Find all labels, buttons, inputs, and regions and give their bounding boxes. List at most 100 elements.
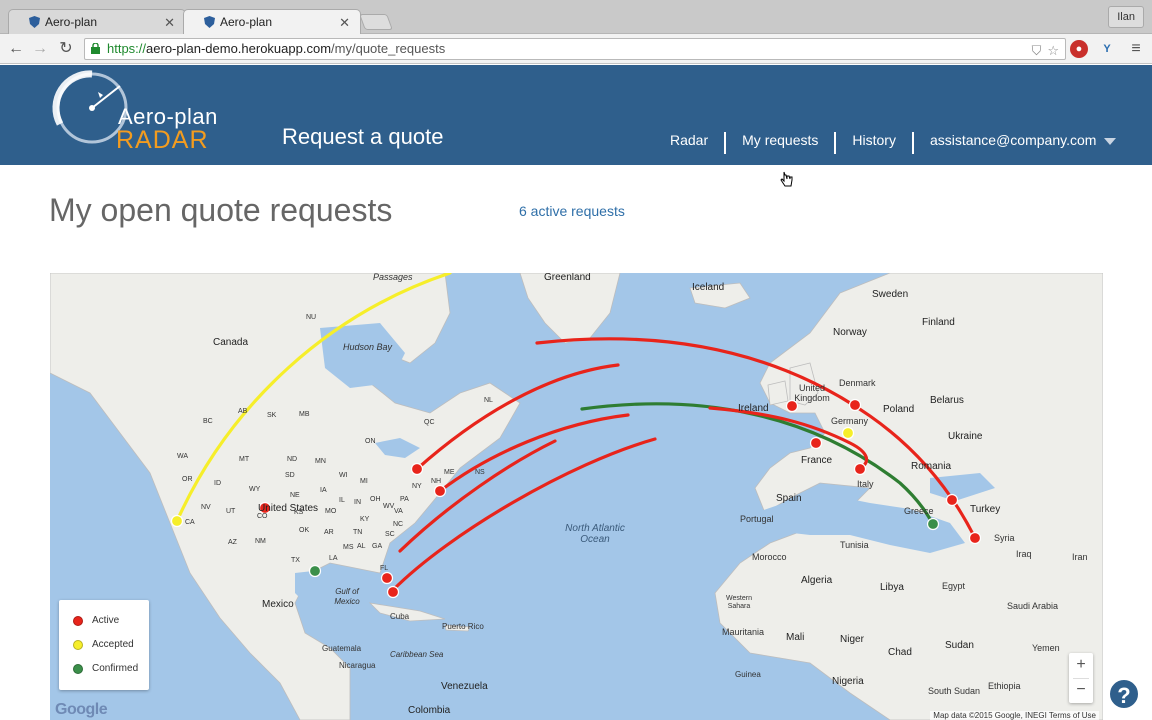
map-label: Mexico (262, 599, 294, 610)
new-tab-button[interactable] (359, 14, 393, 30)
marker-active (433, 484, 447, 498)
back-arrow-icon[interactable]: ← (6, 39, 26, 59)
map-label: Guinea (735, 670, 761, 679)
browser-tab-active[interactable]: Aero-plan ✕ (183, 9, 361, 34)
zoom-control: + − (1069, 653, 1093, 703)
map-attribution[interactable]: Map data ©2015 Google, INEGI Terms of Us… (930, 711, 1099, 720)
map-label: NH (431, 478, 442, 485)
map-label: AB (238, 408, 248, 415)
map-label: CA (185, 519, 195, 526)
url-host: aero-plan-demo.herokuapp.com (146, 41, 332, 56)
logo-text-radar: RADAR (116, 126, 209, 154)
lock-icon (91, 43, 100, 54)
legend-item-confirmed: Confirmed (73, 663, 138, 674)
nav-my-requests[interactable]: My requests (726, 131, 834, 155)
zoom-divider (1073, 678, 1089, 679)
map-label: TX (291, 557, 300, 564)
active-requests-link[interactable]: 6 active requests (519, 203, 625, 219)
star-icon[interactable]: ☆ (1047, 41, 1059, 61)
map-label: Cuba (390, 612, 410, 621)
shield-extension-icon[interactable]: ⛉ (1032, 41, 1042, 61)
marker-active (410, 462, 424, 476)
url-path: /my/quote_requests (331, 41, 446, 56)
profile-button[interactable]: Ilan (1108, 6, 1144, 28)
map-label: Canada (213, 337, 249, 348)
mouse-pointer-icon (780, 171, 793, 187)
zoom-out-button[interactable]: − (1069, 678, 1093, 703)
map-label: KY (360, 516, 370, 523)
map-label: CO (257, 513, 268, 520)
map-label: Finland (922, 317, 955, 328)
map-label: OR (182, 476, 193, 483)
address-bar[interactable]: https://aero-plan-demo.herokuapp.com/my/… (84, 38, 1066, 60)
nav-account-menu[interactable]: assistance@company.com (914, 131, 1132, 155)
map-label: AR (324, 529, 334, 536)
map-label: Venezuela (441, 681, 488, 692)
map-label: IN (354, 499, 361, 506)
account-email: assistance@company.com (929, 132, 1097, 148)
map-label: LA (329, 555, 338, 562)
map-label: OH (370, 496, 381, 503)
url-scheme: https:// (107, 41, 147, 56)
map-label: NL (484, 397, 493, 404)
map-label: SC (385, 531, 395, 538)
map-label: ME (444, 469, 455, 476)
map-label: UT (226, 508, 236, 515)
map-label: Puerto Rico (442, 622, 484, 631)
map-label: WY (249, 486, 261, 493)
map-label: QC (424, 419, 435, 426)
close-tab-icon[interactable]: ✕ (164, 15, 175, 31)
browser-tab[interactable]: Aero-plan ✕ (8, 9, 186, 34)
map-label: SD (285, 472, 295, 479)
stop-extension-icon[interactable]: ● (1070, 40, 1088, 58)
map-label: NM (255, 538, 266, 545)
vimeo-extension-icon[interactable]: Y (1098, 40, 1116, 58)
zoom-in-button[interactable]: + (1069, 653, 1093, 678)
map-label: Gulf of Mexico (334, 587, 360, 606)
map-label: AL (357, 543, 366, 550)
map-label: Iceland (692, 282, 725, 293)
map-label: Spain (776, 493, 802, 504)
map-label: Western Sahara (726, 595, 752, 610)
menu-icon[interactable]: ≡ (1126, 39, 1146, 59)
browser-tab-bar: Aero-plan ✕ Aero-plan ✕ Ilan (0, 0, 1152, 34)
marker-active (853, 462, 867, 476)
map-label: BC (203, 418, 213, 425)
map-label: MI (360, 478, 368, 485)
map-label: Belarus (930, 395, 964, 406)
map-label: Nicaragua (339, 661, 376, 670)
map-label: NU (306, 314, 317, 321)
map-label: Ukraine (948, 431, 983, 442)
map-label: ON (365, 438, 376, 445)
marker-accepted (841, 426, 855, 440)
map-label: Libya (880, 582, 904, 593)
routes-map[interactable]: Passages Greenland Iceland Sweden Finlan… (50, 273, 1103, 720)
map-label: NE (290, 492, 300, 499)
map-label: Ireland (738, 403, 769, 414)
aero-plan-logo[interactable]: Aero-plan RADAR (52, 68, 222, 156)
reload-icon[interactable]: ↻ (56, 39, 76, 59)
map-label: Italy (857, 479, 874, 489)
map-label: PA (400, 496, 409, 503)
map-label: Portugal (740, 514, 774, 524)
google-logo[interactable]: Google (55, 701, 108, 719)
map-label: Morocco (752, 552, 787, 562)
map-label: Colombia (408, 705, 451, 716)
map-label: Denmark (839, 378, 876, 388)
map-label: ID (214, 480, 221, 487)
map-label: Caribbean Sea (390, 650, 444, 659)
forward-arrow-icon[interactable]: → (30, 39, 50, 59)
browser-toolbar: ← → ↻ https://aero-plan-demo.herokuapp.c… (0, 34, 1152, 64)
close-tab-icon[interactable]: ✕ (339, 15, 350, 31)
map-label: OK (299, 527, 310, 534)
nav-history[interactable]: History (836, 131, 912, 155)
help-button[interactable]: ? (1108, 678, 1140, 710)
marker-confirmed (308, 564, 322, 578)
map-label: Poland (883, 404, 915, 415)
map-label: North Atlantic Ocean (565, 523, 625, 545)
marker-confirmed (926, 517, 940, 531)
nav-radar[interactable]: Radar (654, 131, 724, 155)
map-label: Iraq (1016, 549, 1032, 559)
legend-label: Active (92, 615, 120, 626)
map-label: MN (315, 458, 326, 465)
